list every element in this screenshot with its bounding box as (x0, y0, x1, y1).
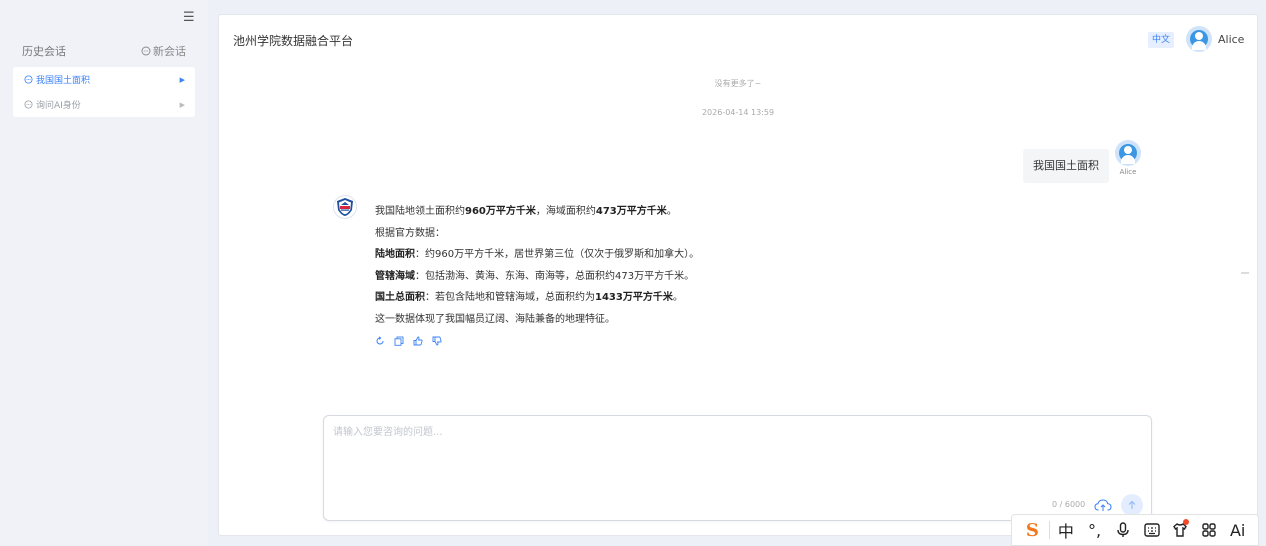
chevron-right-icon: ▶ (179, 75, 185, 84)
session-item-ai-identity[interactable]: 询问AI身份 ▶ (13, 92, 195, 117)
sidebar: ☰ 历史会话 新会话 我国国土面积 ▶ 询问AI身份 ▶ (0, 0, 208, 546)
ai-sea-area: 管辖海域：包括渤海、黄海、东海、南海等，总面积约473万平方千米。 (375, 270, 695, 282)
ai-summary: 我国陆地领土面积约960万平方千米，海域面积约473万平方千米。 (375, 206, 677, 217)
chat-panel: 池州学院数据融合平台 中文 Alice 没有更多了~ 2026-04-14 13… (218, 14, 1258, 536)
new-chat-label: 新会话 (153, 45, 186, 58)
toolbox-icon[interactable] (1195, 514, 1224, 546)
divider (1048, 521, 1050, 539)
message-composer: 0 / 6000 (323, 415, 1152, 521)
user-menu[interactable]: Alice (1186, 26, 1244, 52)
punctuation-toggle[interactable]: °, (1080, 514, 1109, 546)
user-name: Alice (1218, 32, 1245, 46)
ime-toolbar: S 中 °, Ai (1011, 514, 1259, 546)
session-list: 我国国土面积 ▶ 询问AI身份 ▶ (13, 67, 195, 117)
copy-icon[interactable] (394, 336, 404, 346)
ai-assistant-button[interactable]: Ai (1223, 514, 1252, 546)
menu-icon[interactable]: ☰ (183, 11, 195, 25)
chat-bubble-icon (24, 75, 33, 84)
chat-bubble-icon (141, 46, 151, 56)
ai-conclusion: 这一数据体现了我国幅员辽阔、海陆兼备的地理特征。 (375, 313, 615, 325)
ai-land-area: 陆地面积：约960万平方千米，居世界第三位（仅次于俄罗斯和加拿大）。 (375, 249, 700, 260)
char-counter: 0 / 6000 (1052, 500, 1086, 509)
history-title: 历史会话 (22, 45, 66, 58)
chinese-mode-toggle[interactable]: 中 (1052, 514, 1081, 546)
microphone-icon[interactable] (1109, 514, 1138, 546)
no-more-hint: 没有更多了~ (714, 79, 762, 88)
user-avatar (1115, 140, 1141, 166)
ai-logo-icon (333, 195, 357, 219)
session-item-land-area[interactable]: 我国国土面积 ▶ (13, 67, 195, 92)
session-label: 询问AI身份 (36, 101, 81, 111)
new-chat-button[interactable]: 新会话 (141, 43, 186, 59)
ai-intro: 根据官方数据： (375, 227, 445, 239)
ai-message: 我国陆地领土面积约960万平方千米，海域面积约473万平方千米。 根据官方数据：… (375, 201, 895, 346)
session-label: 我国国土面积 (36, 76, 91, 86)
arrow-up-icon (1128, 500, 1136, 509)
sogou-logo-icon[interactable]: S (1018, 514, 1047, 546)
platform-title: 池州学院数据融合平台 (233, 34, 354, 48)
notification-dot (1182, 519, 1189, 525)
question-input[interactable] (333, 423, 1133, 483)
cloud-upload-icon[interactable] (1094, 498, 1112, 512)
user-message-bubble: 我国国土面积 (1023, 149, 1109, 183)
keyboard-icon[interactable] (1137, 514, 1166, 546)
chat-bubble-icon (24, 100, 33, 109)
history-header: 历史会话 新会话 (22, 43, 186, 59)
message-timestamp: 2026-04-14 13:59 (701, 108, 775, 117)
thumbs-down-icon[interactable] (432, 336, 442, 346)
thumbs-up-icon[interactable] (413, 336, 423, 346)
ai-total-area: 国土总面积：若包含陆地和管辖海域，总面积约为1433万平方千米。 (375, 292, 683, 303)
skin-icon[interactable] (1166, 514, 1195, 546)
user-message-label: Alice (1119, 168, 1137, 176)
scroll-handle[interactable] (1241, 272, 1249, 274)
user-message-avatar: Alice (1115, 140, 1141, 176)
language-toggle[interactable]: 中文 (1148, 32, 1175, 48)
send-button[interactable] (1121, 494, 1143, 516)
regenerate-icon[interactable] (375, 336, 385, 346)
user-avatar (1186, 26, 1212, 52)
chevron-right-icon: ▶ (179, 100, 185, 109)
ai-message-actions (375, 336, 895, 346)
